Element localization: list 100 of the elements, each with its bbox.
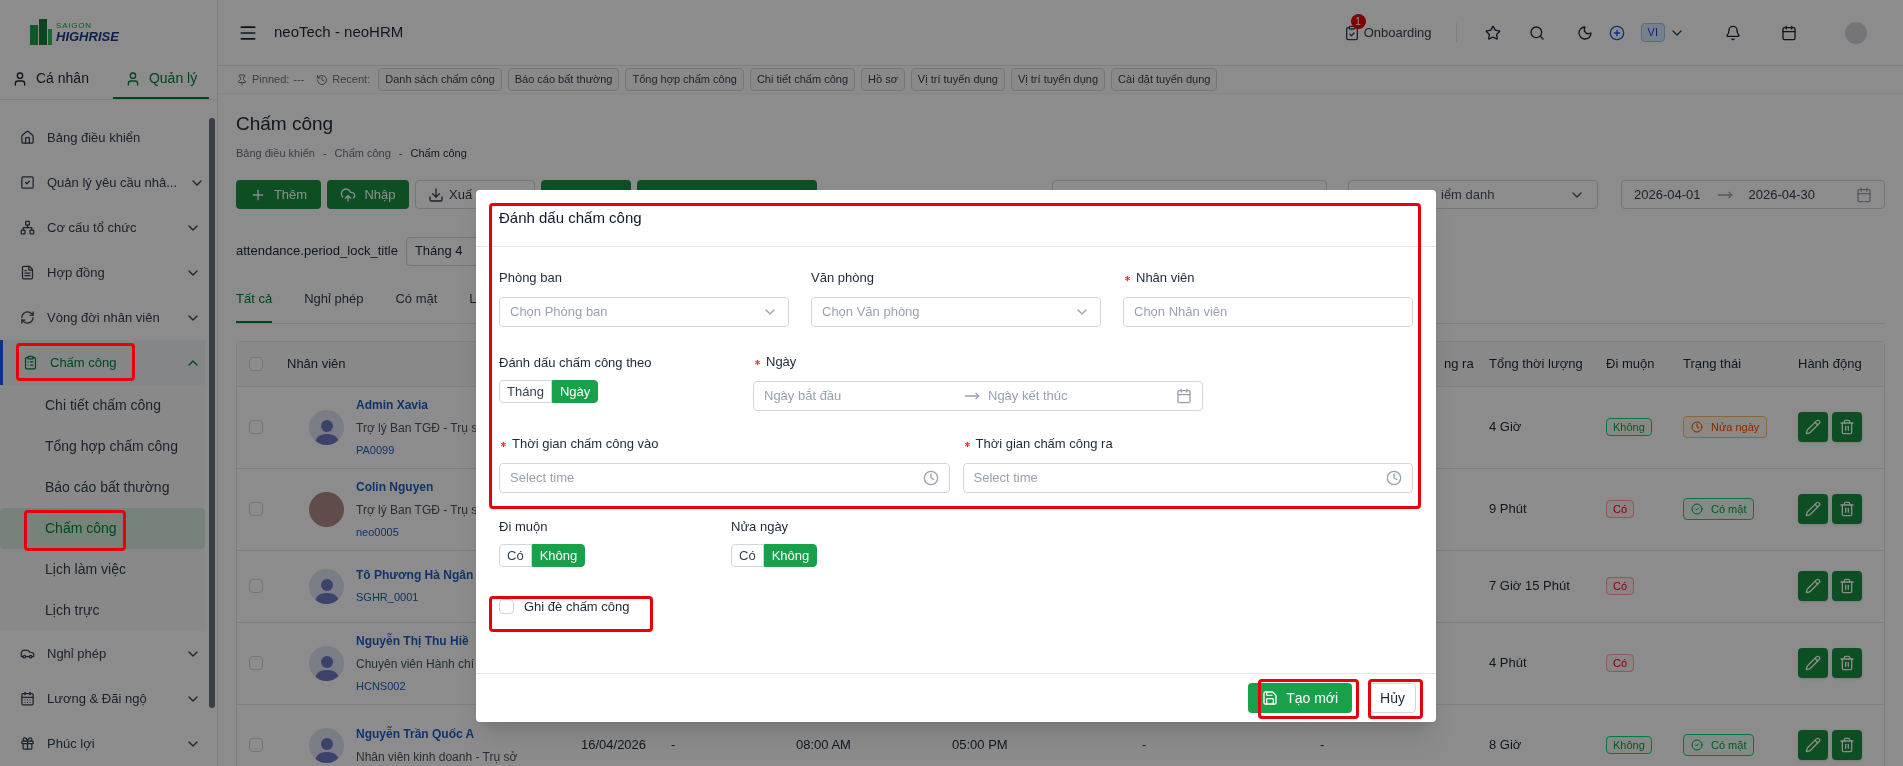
status-tag: Có mặt <box>1683 497 1755 521</box>
checkbox[interactable] <box>499 599 514 615</box>
pencil-icon <box>1805 419 1821 435</box>
field-label: Thời gian chấm công vào <box>512 435 659 454</box>
employee-position: Nhân viên kinh doanh - Trụ sở <box>356 748 518 766</box>
delete-button[interactable] <box>1832 571 1862 601</box>
sidebar-subitem[interactable]: Tổng hợp chấm công <box>0 426 205 467</box>
checkbox[interactable] <box>249 579 263 593</box>
hierarchy-icon <box>20 220 35 235</box>
tab[interactable]: L <box>469 281 477 323</box>
breadcrumb-item[interactable]: Chấm công <box>334 144 391 161</box>
date-range-field[interactable]: Ngày bắt đầu Ngày kết thúc <box>753 381 1203 411</box>
recent-chip[interactable]: Báo cáo bất thường <box>507 68 620 91</box>
recent-chip[interactable]: Hồ sơ <box>861 68 905 91</box>
moon-icon[interactable] <box>1576 24 1593 41</box>
recent-chip[interactable]: Cài đặt tuyển dụng <box>1111 68 1218 91</box>
sidebar-item[interactable]: Cơ cấu tổ chức <box>0 205 205 250</box>
checkbox[interactable] <box>249 420 263 434</box>
breadcrumb-item[interactable]: Bảng điều khiển <box>236 144 315 161</box>
toggle-option[interactable]: Có <box>499 544 532 567</box>
recent-chip[interactable]: Vị trí tuyển dụng <box>1010 68 1106 91</box>
star-icon[interactable] <box>1484 24 1501 41</box>
create-button[interactable]: Tạo mới <box>1248 683 1353 713</box>
search-icon[interactable] <box>1528 24 1545 41</box>
employee-code: neo0005 <box>356 524 400 540</box>
breadcrumb-separator: - <box>398 145 403 161</box>
sidebar-item[interactable]: Chấm công <box>0 340 205 385</box>
checkbox[interactable] <box>249 356 263 371</box>
list-icon <box>23 355 38 370</box>
tab[interactable]: Có mặt <box>395 281 438 323</box>
calendar-icon[interactable] <box>1781 24 1797 41</box>
trash-icon <box>1839 419 1855 435</box>
toggle-option[interactable]: Có <box>731 544 764 567</box>
trash-icon <box>1839 655 1855 671</box>
recent-chip[interactable]: Chi tiết chấm công <box>749 68 855 91</box>
sidebar-item[interactable]: Quản lý yêu cầu nhâ... <box>0 160 205 205</box>
select-field[interactable]: Chọn Văn phòng <box>811 297 1101 327</box>
checkbox[interactable] <box>249 738 263 752</box>
toolbar-button[interactable]: Nhập <box>327 180 409 209</box>
checkbox[interactable] <box>249 656 263 670</box>
sidebar-item[interactable]: Lương & Đãi ngộ <box>0 676 205 721</box>
breadcrumb-item: Chấm công <box>410 145 467 161</box>
sidebar-subitem[interactable]: Chấm công <box>0 508 205 549</box>
toolbar-button[interactable]: Thêm <box>236 180 321 209</box>
sidebar-tab[interactable]: Quản lý <box>112 68 210 99</box>
column-header: Đi muộn <box>1605 354 1656 373</box>
time-field[interactable]: Select time <box>962 463 1413 493</box>
edit-button[interactable] <box>1798 648 1828 678</box>
employee-name[interactable]: Colin Nguyen <box>356 477 478 496</box>
select-field[interactable]: Chọn Phòng ban <box>499 297 789 327</box>
edit-button[interactable] <box>1798 494 1828 524</box>
edit-button[interactable] <box>1798 412 1828 442</box>
checkbox-label: Ghi đè chấm công <box>524 598 630 616</box>
sidebar-subitem[interactable]: Lịch làm việc <box>0 549 205 590</box>
clock-icon <box>1386 470 1402 486</box>
tab[interactable]: Nghỉ phép <box>304 281 364 323</box>
table-cell-text: 7 Giờ 15 Phút <box>1488 577 1571 596</box>
delete-button[interactable] <box>1832 730 1862 760</box>
plus-circle-icon[interactable] <box>1608 24 1625 41</box>
sidebar-item[interactable]: Bảng điều khiển <box>0 115 205 160</box>
sidebar-item[interactable]: Hợp đồng <box>0 250 205 295</box>
recent-chip[interactable]: Tổng hợp chấm công <box>625 68 744 91</box>
field-label: Đi muộn <box>499 518 549 535</box>
sidebar-tab[interactable]: Cá nhân <box>12 68 89 99</box>
time-field[interactable]: Select time <box>499 463 950 493</box>
recent-chip[interactable]: Vị trí tuyển dụng <box>910 68 1005 91</box>
calendar-icon <box>1856 186 1872 203</box>
pinned-value: --- <box>293 72 305 88</box>
date-range-field[interactable]: 2026-04-01 2026-04-30 <box>1621 180 1885 209</box>
column-header: ng ra <box>1444 354 1474 373</box>
employee-name[interactable]: Nguyễn Trần Quốc A <box>356 724 518 743</box>
delete-button[interactable] <box>1832 412 1862 442</box>
edit-button[interactable] <box>1798 571 1828 601</box>
sidebar-subitem[interactable]: Báo cáo bất thường <box>0 467 205 508</box>
recent-chip[interactable]: Danh sách chấm công <box>378 68 502 91</box>
refresh-icon <box>20 310 35 325</box>
toggle-option[interactable]: Ngày <box>551 380 599 403</box>
employee-name[interactable]: Nguyễn Thị Thu Hiề <box>356 631 475 650</box>
sidebar-subitem[interactable]: Chi tiết chấm công <box>0 385 205 426</box>
logo-text: SAIGON <box>56 21 93 30</box>
sidebar-item[interactable]: Vòng đời nhân viên <box>0 295 205 340</box>
bell-icon[interactable] <box>1725 24 1741 41</box>
cancel-button[interactable]: Hủy <box>1369 683 1416 713</box>
edit-button[interactable] <box>1798 730 1828 760</box>
employee-name[interactable]: Tô Phương Hà Ngân <box>356 566 474 585</box>
checkbox[interactable] <box>249 502 263 516</box>
toggle-option[interactable]: Không <box>531 544 586 567</box>
toggle-option[interactable]: Tháng <box>499 380 552 403</box>
toggle-option[interactable]: Không <box>763 544 818 567</box>
employee-name[interactable]: Admin Xavia <box>356 395 478 414</box>
delete-button[interactable] <box>1832 648 1862 678</box>
sidebar-item[interactable]: Nghỉ phép <box>0 631 205 676</box>
save-icon <box>1262 690 1279 706</box>
delete-button[interactable] <box>1832 494 1862 524</box>
tab[interactable]: Tất cả <box>236 281 273 323</box>
recent-label: Recent: <box>332 72 371 88</box>
sidebar-subitem[interactable]: Lịch trực <box>0 590 205 631</box>
breadcrumb-separator: - <box>322 145 327 161</box>
sidebar-item[interactable]: Phúc lợi <box>0 721 205 766</box>
input-field[interactable]: Chọn Nhân viên <box>1123 297 1413 327</box>
